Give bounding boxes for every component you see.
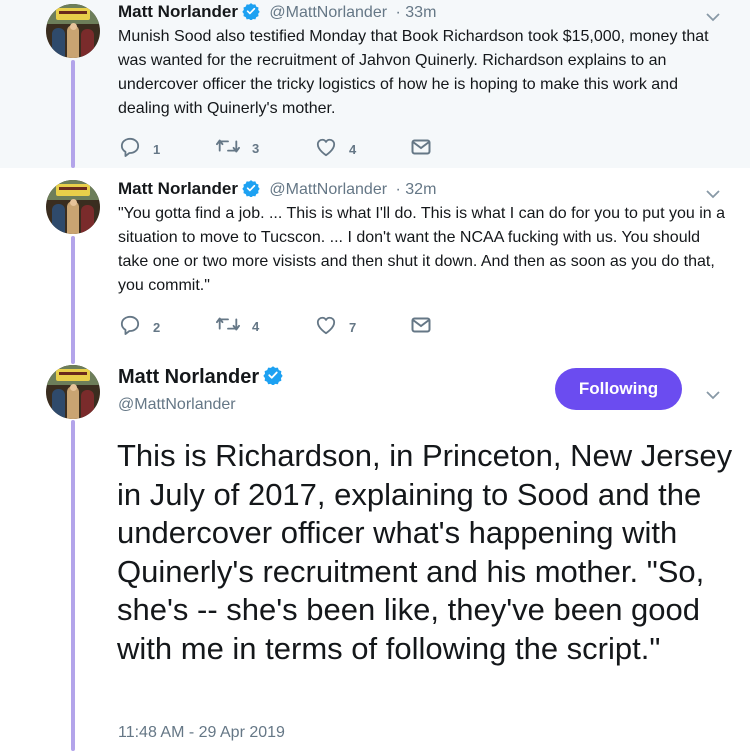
like-button[interactable]: 4 xyxy=(315,137,356,162)
retweet-count: 3 xyxy=(252,141,260,156)
author-handle[interactable]: @MattNorlander xyxy=(269,181,387,198)
retweet-count: 4 xyxy=(252,319,260,334)
author-name[interactable]: Matt Norlander xyxy=(118,179,238,198)
tweet-text: "You gotta find a job. ... This is what … xyxy=(118,205,726,294)
like-count: 4 xyxy=(349,142,357,157)
like-icon xyxy=(315,315,337,340)
tweet-time[interactable]: · 32m xyxy=(396,181,437,198)
avatar[interactable] xyxy=(46,180,100,234)
tweet-time[interactable]: · 33m xyxy=(396,4,437,21)
like-icon xyxy=(315,137,337,162)
thread-line xyxy=(71,420,75,751)
message-button[interactable] xyxy=(411,139,431,160)
verified-icon xyxy=(242,2,260,25)
author-handle[interactable]: @MattNorlander xyxy=(269,4,387,21)
tweet-header: Matt Norlander @MattNorlander · 33m xyxy=(118,2,436,25)
reply-icon xyxy=(119,137,141,162)
reply-icon xyxy=(119,315,141,340)
reply-button[interactable]: 1 xyxy=(119,137,160,162)
chevron-down-icon[interactable] xyxy=(706,387,720,405)
avatar[interactable] xyxy=(46,365,100,419)
retweet-icon xyxy=(216,315,240,338)
message-icon xyxy=(411,139,431,160)
tweet-text: Munish Sood also testified Monday that B… xyxy=(118,28,709,117)
retweet-button[interactable]: 3 xyxy=(216,137,259,160)
reply-count: 1 xyxy=(153,142,161,157)
tweet-timestamp[interactable]: 11:48 AM - 29 Apr 2019 xyxy=(118,724,285,742)
author-name[interactable]: Matt Norlander xyxy=(118,366,259,388)
reply-count: 2 xyxy=(153,320,161,335)
message-icon xyxy=(411,317,431,338)
like-count: 7 xyxy=(349,320,357,335)
verified-icon xyxy=(263,365,283,391)
main-author-row: Matt Norlander xyxy=(118,365,283,391)
author-name[interactable]: Matt Norlander xyxy=(118,2,238,21)
following-button[interactable]: Following xyxy=(555,368,682,410)
verified-icon xyxy=(242,179,260,202)
author-handle[interactable]: @MattNorlander xyxy=(118,396,236,414)
main-tweet-text: This is Richardson, in Princeton, New Je… xyxy=(117,438,733,666)
retweet-icon xyxy=(216,137,240,160)
avatar[interactable] xyxy=(46,4,100,58)
thread-line xyxy=(71,236,75,364)
thread-line xyxy=(71,60,75,168)
retweet-button[interactable]: 4 xyxy=(216,315,259,338)
reply-button[interactable]: 2 xyxy=(119,315,160,340)
tweet-header: Matt Norlander @MattNorlander · 32m xyxy=(118,179,436,202)
like-button[interactable]: 7 xyxy=(315,315,356,340)
message-button[interactable] xyxy=(411,317,431,338)
